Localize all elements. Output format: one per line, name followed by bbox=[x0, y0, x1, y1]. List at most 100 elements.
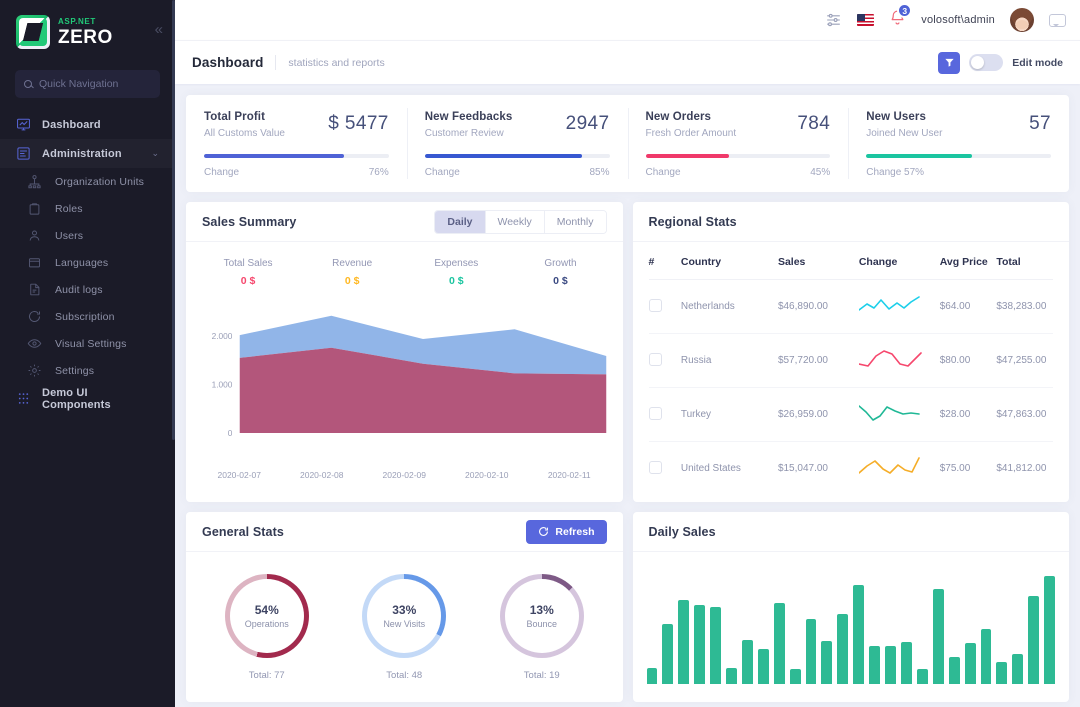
sparkline-icon bbox=[858, 296, 920, 311]
dashboard-icon bbox=[17, 118, 30, 131]
stat-growth: Growth 0 $ bbox=[508, 258, 612, 287]
bar bbox=[1012, 653, 1024, 684]
bar bbox=[741, 639, 753, 684]
cell-total: $41,812.00 bbox=[996, 463, 1047, 474]
regional-stats-col: Regional Stats # Country Sales Change Avg Pr… bbox=[632, 202, 1070, 502]
card-title: Daily Sales bbox=[648, 524, 716, 539]
row-checkbox[interactable] bbox=[648, 406, 662, 420]
chevron-down-icon[interactable]: ⌄ bbox=[151, 148, 159, 159]
regional-stats-header: Regional Stats bbox=[632, 202, 1069, 242]
sidebar-scrollbar[interactable] bbox=[172, 0, 175, 440]
sidebar-item-organization-units[interactable]: Organization Units bbox=[0, 168, 175, 195]
kpi-change-label: Change bbox=[645, 167, 681, 178]
kpi-value: 784 bbox=[797, 113, 831, 134]
tab-weekly[interactable]: Weekly bbox=[485, 210, 545, 233]
bar bbox=[805, 619, 817, 684]
sliders-icon[interactable] bbox=[825, 13, 842, 27]
x-axis-label: 2020-02-07 bbox=[217, 470, 261, 480]
donut-stat: 13% Bounce Total: 19 bbox=[473, 574, 611, 681]
cell-sales: $26,959.00 bbox=[777, 387, 859, 442]
sidebar-item-users[interactable]: Users bbox=[0, 222, 175, 249]
table-row[interactable]: Russia $57,720.00 $80.00 $47,255.00 bbox=[648, 333, 1053, 388]
sidebar-item-label: Visual Settings bbox=[55, 337, 127, 350]
donut-stat: 54% Operations Total: 77 bbox=[198, 574, 336, 681]
column-header: Total bbox=[996, 242, 1053, 280]
kpi-progress-fill bbox=[645, 154, 729, 158]
sales-stats-row: Total Sales 0 $ Revenue 0 $ Expenses 0 $ bbox=[186, 242, 623, 289]
sales-summary-header: Sales Summary Daily Weekly Monthly bbox=[186, 202, 623, 242]
avatar[interactable] bbox=[1010, 8, 1034, 32]
bar bbox=[773, 602, 785, 684]
bar bbox=[869, 645, 881, 684]
donut-total: Total: 48 bbox=[386, 670, 423, 681]
sidebar-item-audit-logs[interactable]: Audit logs bbox=[0, 276, 175, 303]
kpi-card-new-users: New Users Joined New User 57 Change 57% bbox=[848, 95, 1069, 192]
cell-sales: $15,047.00 bbox=[777, 463, 828, 474]
bar bbox=[1028, 595, 1040, 684]
sidebar-item-visual-settings[interactable]: Visual Settings bbox=[0, 330, 175, 357]
bar bbox=[662, 623, 674, 684]
refresh-button[interactable]: Refresh bbox=[526, 519, 607, 544]
quick-navigation-placeholder: Quick Navigation bbox=[39, 78, 119, 90]
settings-gear-icon bbox=[28, 364, 41, 377]
table-row[interactable]: Turkey $26,959.00 $28.00 $47,863.00 bbox=[648, 387, 1053, 442]
kpi-card-total-profit: Total Profit All Customs Value $ 5477 Ch… bbox=[186, 95, 407, 192]
x-axis-label: 2020-02-08 bbox=[300, 470, 344, 480]
filter-button[interactable] bbox=[938, 51, 961, 74]
edit-mode-toggle[interactable] bbox=[969, 54, 1004, 71]
roles-icon bbox=[29, 203, 40, 215]
cell-change-sparkline bbox=[858, 387, 940, 442]
area-chart-svg: 0 1.000 2.000 bbox=[212, 315, 607, 438]
kpi-progress-track bbox=[204, 154, 389, 158]
cell-avg-price: $80.00 bbox=[939, 333, 997, 388]
sidebar-collapse-icon[interactable]: « bbox=[155, 22, 163, 37]
subbar-actions: Edit mode bbox=[938, 51, 1063, 74]
row-checkbox[interactable] bbox=[648, 352, 662, 366]
donut-label: Bounce bbox=[526, 619, 558, 629]
sidebar-item-languages[interactable]: Languages bbox=[0, 249, 175, 276]
user-name-label[interactable]: volosoft\admin bbox=[921, 14, 995, 26]
row-checkbox[interactable] bbox=[648, 460, 662, 474]
table-row[interactable]: United States $15,047.00 $75.00 $41,812.… bbox=[648, 442, 1054, 496]
bar bbox=[726, 667, 737, 684]
refresh-label: Refresh bbox=[555, 525, 595, 538]
edit-mode-label: Edit mode bbox=[1012, 56, 1063, 69]
row-checkbox-cell bbox=[648, 333, 681, 388]
sidebar-item-roles[interactable]: Roles bbox=[0, 195, 175, 222]
bar bbox=[853, 585, 865, 684]
refresh-icon bbox=[539, 527, 549, 536]
sidebar-item-settings[interactable]: Settings bbox=[0, 357, 175, 384]
card-title: Regional Stats bbox=[648, 214, 737, 229]
brand-logo[interactable]: ASP.NET ZERO « bbox=[0, 0, 175, 64]
donut-stat: 33% New Visits Total: 48 bbox=[336, 574, 474, 681]
tab-daily[interactable]: Daily bbox=[435, 210, 486, 233]
notification-bell[interactable]: 3 bbox=[889, 3, 913, 31]
quick-navigation-input[interactable]: Quick Navigation bbox=[15, 70, 160, 98]
sidebar-item-label: Demo UI Components bbox=[42, 386, 111, 411]
svg-text:1.000: 1.000 bbox=[212, 381, 233, 390]
sidebar-item-administration[interactable]: Administration ⌄ bbox=[0, 139, 175, 168]
kpi-title: New Users bbox=[866, 111, 926, 123]
row-checkbox[interactable] bbox=[648, 298, 662, 312]
regional-stats-table-wrap: # Country Sales Change Avg Price Total Nether… bbox=[633, 242, 1070, 495]
topbar: 3 volosoft\admin bbox=[175, 0, 1080, 40]
stat-value: 0 $ bbox=[449, 275, 464, 287]
us-flag-icon[interactable] bbox=[857, 14, 875, 26]
sales-summary-col: Sales Summary Daily Weekly Monthly Total… bbox=[186, 202, 623, 502]
tab-monthly[interactable]: Monthly bbox=[544, 210, 606, 233]
kpi-title: New Feedbacks bbox=[424, 111, 513, 123]
cell-avg-price: $28.00 bbox=[939, 387, 997, 442]
kpi-value: $ 5477 bbox=[328, 113, 389, 134]
cell-total: $47,255.00 bbox=[996, 333, 1053, 388]
administration-icon bbox=[17, 147, 30, 160]
dashboard-content: Total Profit All Customs Value $ 5477 Ch… bbox=[175, 84, 1080, 707]
cell-change-sparkline bbox=[858, 333, 940, 388]
sidebar-item-dashboard[interactable]: Dashboard bbox=[0, 110, 175, 139]
table-row[interactable]: Netherlands $46,890.00 $64.00 $38,283.00 bbox=[648, 279, 1053, 334]
sidebar-item-demo-ui-components[interactable]: Demo UI Components bbox=[0, 384, 175, 413]
cell-country: Netherlands bbox=[680, 279, 778, 334]
middle-row: Sales Summary Daily Weekly Monthly Total… bbox=[186, 202, 1069, 502]
chat-icon[interactable] bbox=[1049, 13, 1066, 27]
sidebar-item-subscription[interactable]: Subscription bbox=[0, 303, 175, 330]
sales-area-chart: 0 1.000 2.000 2020-02-07 2020-02-08 2020-02-… bbox=[186, 289, 623, 488]
